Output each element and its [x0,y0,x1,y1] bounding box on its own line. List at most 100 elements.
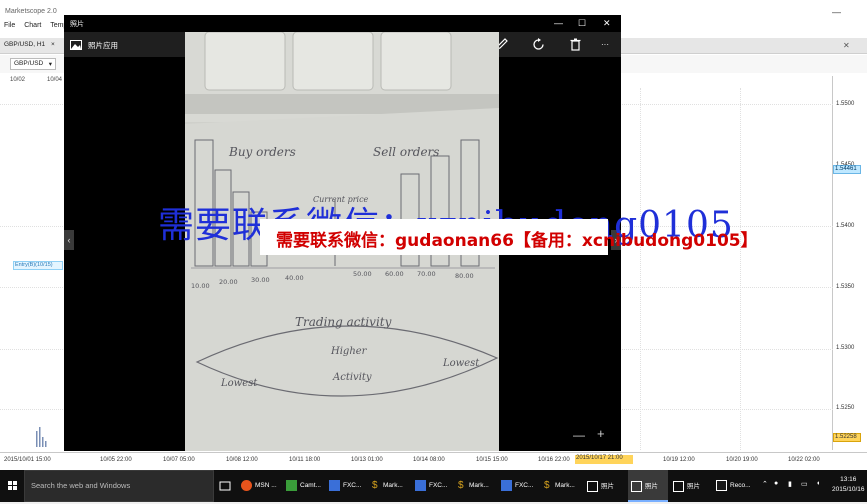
taskbar-item[interactable]: 照片 [673,470,700,502]
symbol-select[interactable]: GBP/USD ▾ [10,58,56,70]
tabbar-close-icon[interactable]: ✕ [843,41,850,50]
taskbar-item-label: 照片 [687,483,700,490]
sketch-price: 80.00 [455,272,474,280]
taskbar-item[interactable]: $ Mark... [458,470,489,502]
zoom-out-button[interactable]: — [573,428,585,442]
sketch-price: 30.00 [251,276,270,284]
photos-icon [631,480,642,492]
time-cursor-label: 2015/10/17 21:00 [575,455,633,464]
app-minimize-button[interactable]: — [832,7,841,17]
taskbar-item[interactable]: $ Mark... [372,470,403,502]
photos-window-title: 照片 [70,21,84,28]
marketscope-icon: $ [458,480,464,491]
tab-close-icon[interactable]: × [51,41,55,48]
rotate-icon[interactable] [532,38,545,51]
entry-order-label[interactable]: Entry(B)(10/15) [13,261,63,270]
search-input[interactable]: Search the web and Windows [24,470,214,502]
photos-icon [587,480,598,492]
taskbar-item-label: FXC... [515,482,534,490]
sketch-buy-orders: Buy orders [228,145,296,159]
time-tick: 10/15 15:00 [476,457,508,463]
time-tick: 10/05 22:00 [100,457,132,463]
sketch-trading-activity: Trading activity [295,315,392,329]
sketch-price: 70.00 [417,270,436,278]
windows-logo-icon [8,481,17,490]
taskbar-item[interactable]: $ Mark... [544,470,575,502]
clock-date: 2015/10/16 [832,486,865,493]
chevron-down-icon: ▾ [48,61,52,68]
taskbar-item-label: FXC... [343,482,362,490]
sketch-sell-orders: Sell orders [373,145,439,159]
chrome-icon [241,480,252,491]
taskbar-item[interactable]: FXC... [329,470,361,502]
photos-icon [673,480,684,492]
menu-chart[interactable]: Chart [24,22,41,29]
delete-icon[interactable] [569,38,582,51]
time-axis[interactable]: 2015/10/01 15:00 10/05 22:00 10/07 05:00… [0,452,867,469]
sketch-price: 40.00 [285,274,304,282]
price-tick: 1.5400 [836,223,855,229]
taskbar-item[interactable]: MSN ... [241,470,277,502]
taskbar-item-label: Mark... [383,482,403,490]
taskbar-item-label: Camt... [300,482,321,490]
time-tick: 10/14 08:00 [413,457,445,463]
notification-icon[interactable]: ▭ [801,480,808,488]
taskbar-item[interactable]: 照片 [587,470,614,502]
network-icon[interactable]: ▮ [788,480,792,488]
time-tick: 10/19 12:00 [663,457,695,463]
volume-icon[interactable]: ◖ [816,480,820,487]
price-tick: 1.5250 [836,405,855,411]
taskbar-item-label: Mark... [555,482,575,490]
symbol-value: GBP/USD [14,60,44,67]
photos-app-icon [70,40,82,50]
sketch-price: 10.00 [191,282,210,290]
grid-line [640,88,641,450]
taskbar-item[interactable]: 照片 [628,470,668,502]
chart-date-label: 10/02 [10,77,26,83]
sketch-higher: Higher [330,346,368,357]
sketch-lowest-left: Lowest [220,378,258,389]
taskbar-item-label: Reco... [730,482,751,490]
time-tick: 10/13 01:00 [351,457,383,463]
start-button[interactable] [0,470,24,502]
fxcm-icon [329,480,340,491]
sketch-price: 60.00 [385,270,404,278]
price-tick: 1.5350 [836,284,855,290]
clock-time: 13:16 [840,476,857,483]
taskbar-item-label: MSN ... [255,482,277,490]
price-axis[interactable]: 1.5500 1.5450 1.5400 1.5350 1.5300 1.525… [833,76,867,450]
tab-label: GBP/USD, H1 [4,41,46,48]
task-view-icon[interactable] [219,480,231,492]
sketch-activity: Activity [332,372,372,383]
tray-chevron-up-icon[interactable]: ⌃ [762,480,768,488]
tray-app-icon[interactable]: ● [774,480,778,487]
taskbar-item-label: 照片 [645,483,658,490]
time-tick: 10/11 18:00 [289,457,321,463]
taskbar-item[interactable]: FXC... [501,470,533,502]
close-button[interactable]: ✕ [603,18,611,29]
photos-titlebar: 照片 — ☐ ✕ [64,15,621,32]
time-tick: 10/22 02:00 [788,457,820,463]
time-tick: 10/08 12:00 [226,457,258,463]
marketscope-icon: $ [544,480,550,491]
sketch-price: 20.00 [219,278,238,286]
camtasia-icon [286,480,297,491]
minimize-button[interactable]: — [554,18,563,28]
sketch-lowest-right: Lowest [442,358,480,369]
maximize-button[interactable]: ☐ [578,18,586,29]
previous-photo-button[interactable]: ‹ [64,230,74,250]
search-placeholder: Search the web and Windows [31,481,131,490]
system-clock[interactable]: 13:16 2015/10/16 [832,475,865,495]
taskbar-item[interactable]: FXC... [415,470,447,502]
time-tick: 10/07 05:00 [163,457,195,463]
menu-file[interactable]: File [4,22,15,29]
chart-date-label: 10/04 [47,77,63,83]
zoom-in-button[interactable]: + [597,426,605,441]
low-price-marker: 1.52258 [833,433,861,442]
photos-app-name: 照片应用 [88,41,118,50]
taskbar-item[interactable]: Camt... [286,470,321,502]
taskbar-item[interactable]: Reco... [716,470,751,502]
tab-gbpusd[interactable]: GBP/USD, H1 × [4,41,55,48]
taskbar-item-label: 照片 [601,483,614,490]
more-options-icon[interactable]: ··· [601,40,609,49]
